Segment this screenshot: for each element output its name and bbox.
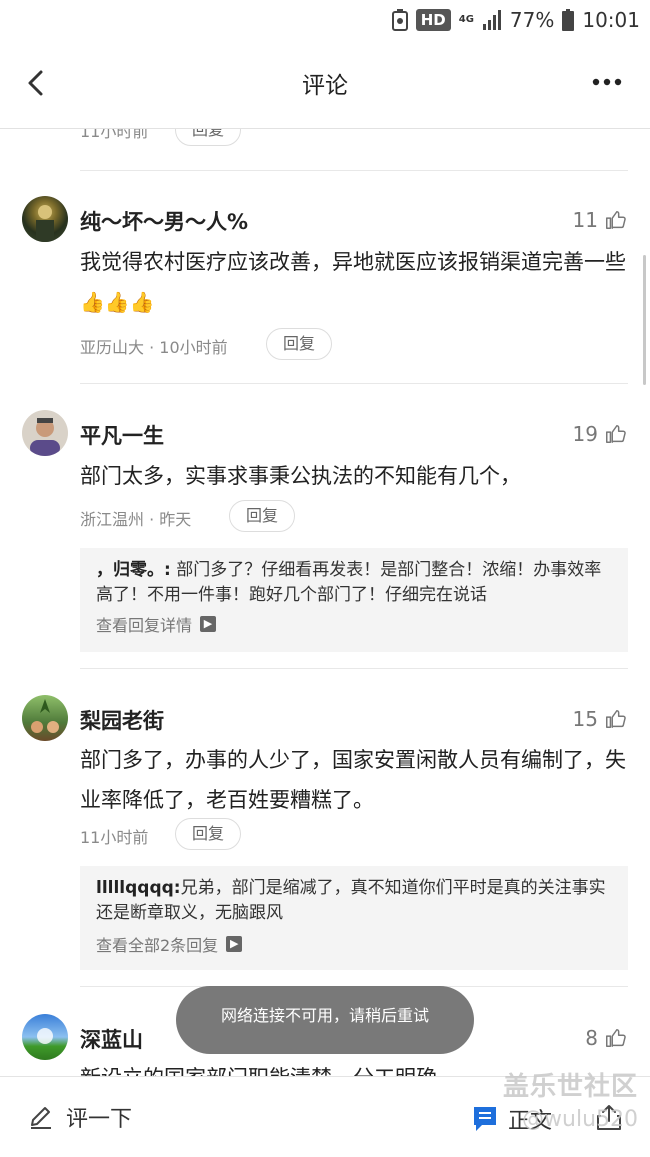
- network-error-toast: 网络连接不可用，请稍后重试: [176, 986, 474, 1054]
- article-icon: [474, 1107, 496, 1131]
- chevron-right-icon: ▶: [200, 616, 217, 632]
- avatar[interactable]: [22, 196, 68, 242]
- thumbs-up-icon: [606, 1029, 626, 1047]
- battery-icon: [562, 9, 575, 31]
- sub-reply-box[interactable]: lllllqqqq:兄弟，部门是缩减了，真不知道你们平时是真的关注事实还是断章取…: [80, 866, 628, 970]
- sub-reply-author[interactable]: lllllqqqq:: [96, 878, 181, 898]
- network-type: 4G: [458, 14, 474, 25]
- comment-location: 浙江温州: [80, 510, 145, 529]
- meta-dot: ·: [149, 338, 160, 357]
- like-count: 8: [585, 1026, 598, 1050]
- like-count: 15: [572, 707, 598, 731]
- sub-reply-box[interactable]: ，归零。: 部门多了？仔细看再发表！是部门整合！浓缩！办事效率高了！不用一件事！…: [80, 548, 628, 652]
- avatar[interactable]: [22, 695, 68, 741]
- signal-icon: [482, 10, 501, 30]
- divider: [80, 668, 628, 669]
- avatar-image: [31, 699, 59, 733]
- like-button[interactable]: 11: [573, 208, 626, 232]
- scrollbar[interactable]: [643, 255, 646, 385]
- like-button[interactable]: 19: [573, 422, 626, 446]
- battery-percent: 77%: [509, 8, 555, 32]
- view-all-replies-link[interactable]: 查看全部2条回复 ▶: [96, 932, 243, 956]
- sub-reply-author[interactable]: ，归零。:: [96, 560, 171, 580]
- comment-time: 昨天: [159, 510, 192, 529]
- watermark-user: @wulu520: [522, 1107, 638, 1132]
- divider: [80, 170, 628, 171]
- comment-body: 我觉得农村医疗应该改善，异地就医应该报销渠道完善一些: [80, 250, 626, 274]
- divider: [80, 383, 628, 384]
- avatar[interactable]: [22, 410, 68, 456]
- like-button[interactable]: 15: [573, 707, 626, 731]
- reply-button[interactable]: 回复: [229, 500, 295, 532]
- write-comment-label: 评一下: [66, 1107, 133, 1132]
- pencil-icon: [31, 1107, 51, 1129]
- sub-reply-text: lllllqqqq:兄弟，部门是缩减了，真不知道你们平时是真的关注事实还是断章取…: [96, 876, 614, 926]
- comment-text: 部门多了，办事的人少了，国家安置闲散人员有编制了，失业率降低了，老百姓要糟糕了。: [80, 748, 626, 812]
- comment-author[interactable]: 纯～坏～男～人%: [80, 206, 248, 236]
- avatar-image: [36, 205, 54, 242]
- comment-time: 11小时前: [80, 828, 149, 847]
- nav-bar: 评论: [0, 40, 650, 129]
- thumbs-up-icon: [606, 710, 626, 728]
- write-comment-button[interactable]: 评一下: [28, 1101, 132, 1133]
- hd-badge: HD: [415, 9, 451, 31]
- recycle-notification-icon: [391, 9, 408, 31]
- sub-reply-body: 部门多了？仔细看再发表！是部门整合！浓缩！办事效率高了！不用一件事！跑好几个部门…: [96, 560, 602, 605]
- comment-text: 部门太多，实事求事秉公执法的不知能有几个，: [80, 464, 521, 488]
- comment-author[interactable]: 梨园老街: [80, 705, 164, 735]
- comment-meta: 浙江温州 · 昨天: [80, 506, 191, 530]
- status-bar: HD 4G 77% 10:01: [0, 0, 650, 40]
- like-button[interactable]: 8: [585, 1026, 626, 1050]
- comment-meta: 亚历山大 · 10小时前: [80, 334, 228, 358]
- status-icons: HD 4G 77% 10:01: [391, 6, 640, 34]
- comment-text: 我觉得农村医疗应该改善，异地就医应该报销渠道完善一些 👍👍👍: [80, 242, 630, 322]
- comment-author[interactable]: 深蓝山: [80, 1024, 143, 1054]
- view-reply-label: 查看回复详情: [96, 616, 193, 635]
- thumbs-up-icon: [606, 425, 626, 443]
- watermark: 盖乐世社区 @wulu520: [503, 1066, 638, 1132]
- clock: 10:01: [582, 8, 640, 32]
- reply-button[interactable]: 回复: [175, 818, 241, 850]
- watermark-site: 盖乐世社区: [502, 1072, 638, 1102]
- like-count: 19: [572, 422, 598, 446]
- chevron-right-icon: ▶: [226, 936, 243, 952]
- comment-location: 亚历山大: [80, 338, 145, 357]
- comment-time: 10小时前: [159, 338, 228, 357]
- avatar[interactable]: [22, 1014, 68, 1060]
- view-all-replies-label: 查看全部2条回复: [96, 936, 219, 955]
- sub-reply-text: ，归零。: 部门多了？仔细看再发表！是部门整合！浓缩！办事效率高了！不用一件事！…: [96, 558, 614, 608]
- meta-dot: ·: [149, 510, 160, 529]
- like-count: 11: [572, 208, 598, 232]
- avatar-image: [37, 1028, 53, 1044]
- thumbs-emoji: 👍👍👍: [80, 290, 155, 314]
- avatar-image: [30, 418, 60, 456]
- page-title: 评论: [302, 73, 348, 99]
- thumbs-up-icon: [606, 211, 626, 229]
- reply-button[interactable]: 回复: [266, 328, 332, 360]
- view-reply-link[interactable]: 查看回复详情 ▶: [96, 612, 217, 636]
- comment-author[interactable]: 平凡一生: [80, 420, 164, 450]
- more-dots-icon[interactable]: [592, 76, 622, 88]
- comment-list[interactable]: 11小时前 回复 纯～坏～男～人% 11 我觉得农村医疗应该改善，异地就医应该报…: [0, 0, 650, 1076]
